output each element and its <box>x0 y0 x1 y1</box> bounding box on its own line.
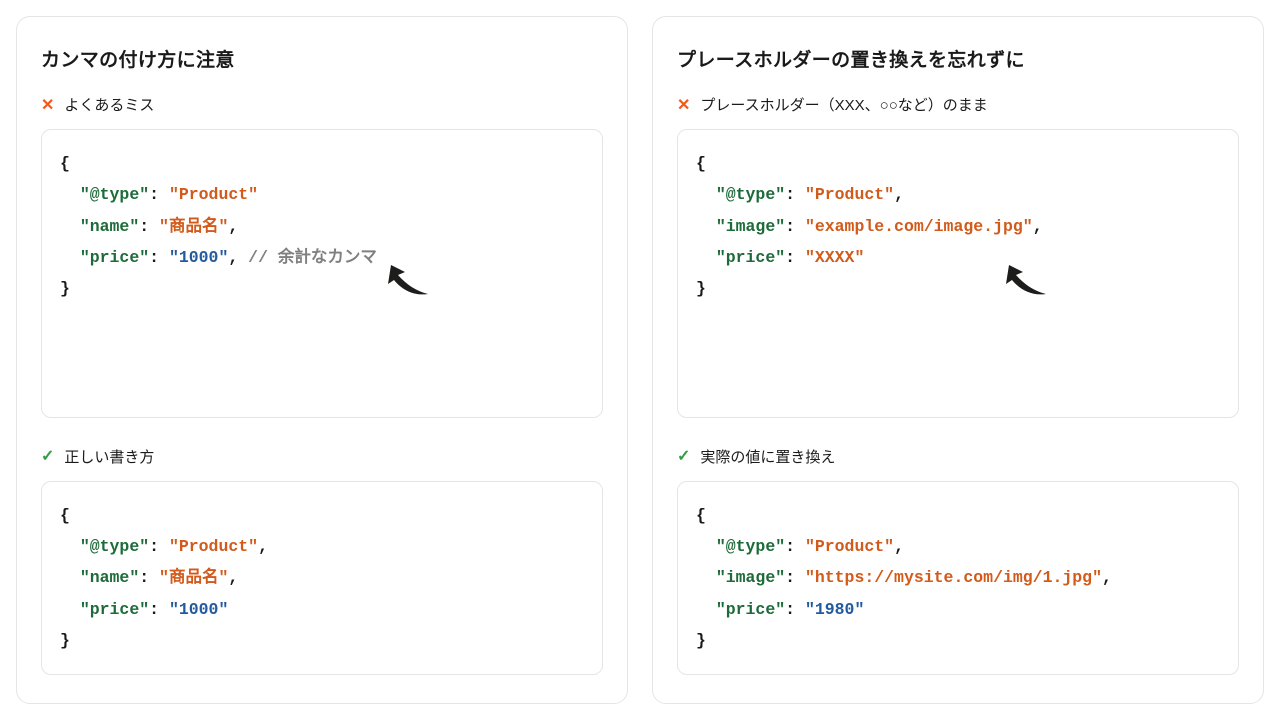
code-line: } <box>60 625 584 656</box>
section-label-bad: ✕ よくあるミス <box>41 94 603 115</box>
code-line: { <box>696 500 1220 531</box>
section-label-bad: ✕ プレースホルダー（XXX、○○など）のまま <box>677 94 1239 115</box>
code-box-good: { "@type": "Product", "image": "https://… <box>677 481 1239 676</box>
card-placeholder: プレースホルダーの置き換えを忘れずに ✕ プレースホルダー（XXX、○○など）の… <box>652 16 1264 704</box>
code-line: "image": "https://mysite.com/img/1.jpg", <box>696 562 1220 593</box>
check-icon: ✓ <box>41 446 54 466</box>
code-box-good: { "@type": "Product", "name": "商品名", "pr… <box>41 481 603 676</box>
code-line: } <box>696 625 1220 656</box>
check-icon: ✓ <box>677 446 690 466</box>
card-comma: カンマの付け方に注意 ✕ よくあるミス { "@type": "Product"… <box>16 16 628 704</box>
cards-container: カンマの付け方に注意 ✕ よくあるミス { "@type": "Product"… <box>16 16 1264 704</box>
cross-icon: ✕ <box>677 95 690 115</box>
code-line: { <box>60 148 584 179</box>
code-line: "price": "1000", // 余計なカンマ <box>60 242 584 273</box>
section-label-text: 正しい書き方 <box>64 446 154 467</box>
code-line: "price": "XXXX" <box>696 242 1220 273</box>
section-label-good: ✓ 実際の値に置き換え <box>677 446 1239 467</box>
section-label-good: ✓ 正しい書き方 <box>41 446 603 467</box>
code-line: "price": "1980" <box>696 594 1220 625</box>
section-label-text: よくあるミス <box>64 94 154 115</box>
code-line: "image": "example.com/image.jpg", <box>696 211 1220 242</box>
section-label-text: 実際の値に置き換え <box>700 446 835 467</box>
code-line: } <box>696 273 1220 304</box>
code-line: { <box>696 148 1220 179</box>
code-line: "name": "商品名", <box>60 562 584 593</box>
code-line: "@type": "Product" <box>60 179 584 210</box>
card-title: プレースホルダーの置き換えを忘れずに <box>677 45 1239 72</box>
section-label-text: プレースホルダー（XXX、○○など）のまま <box>700 94 987 115</box>
code-line: } <box>60 273 584 304</box>
code-line: "@type": "Product", <box>60 531 584 562</box>
card-title: カンマの付け方に注意 <box>41 45 603 72</box>
code-box-bad: { "@type": "Product" "name": "商品名", "pri… <box>41 129 603 418</box>
code-line: { <box>60 500 584 531</box>
code-line: "price": "1000" <box>60 594 584 625</box>
cross-icon: ✕ <box>41 95 54 115</box>
code-box-bad: { "@type": "Product", "image": "example.… <box>677 129 1239 418</box>
code-line: "name": "商品名", <box>60 211 584 242</box>
code-line: "@type": "Product", <box>696 179 1220 210</box>
code-line: "@type": "Product", <box>696 531 1220 562</box>
